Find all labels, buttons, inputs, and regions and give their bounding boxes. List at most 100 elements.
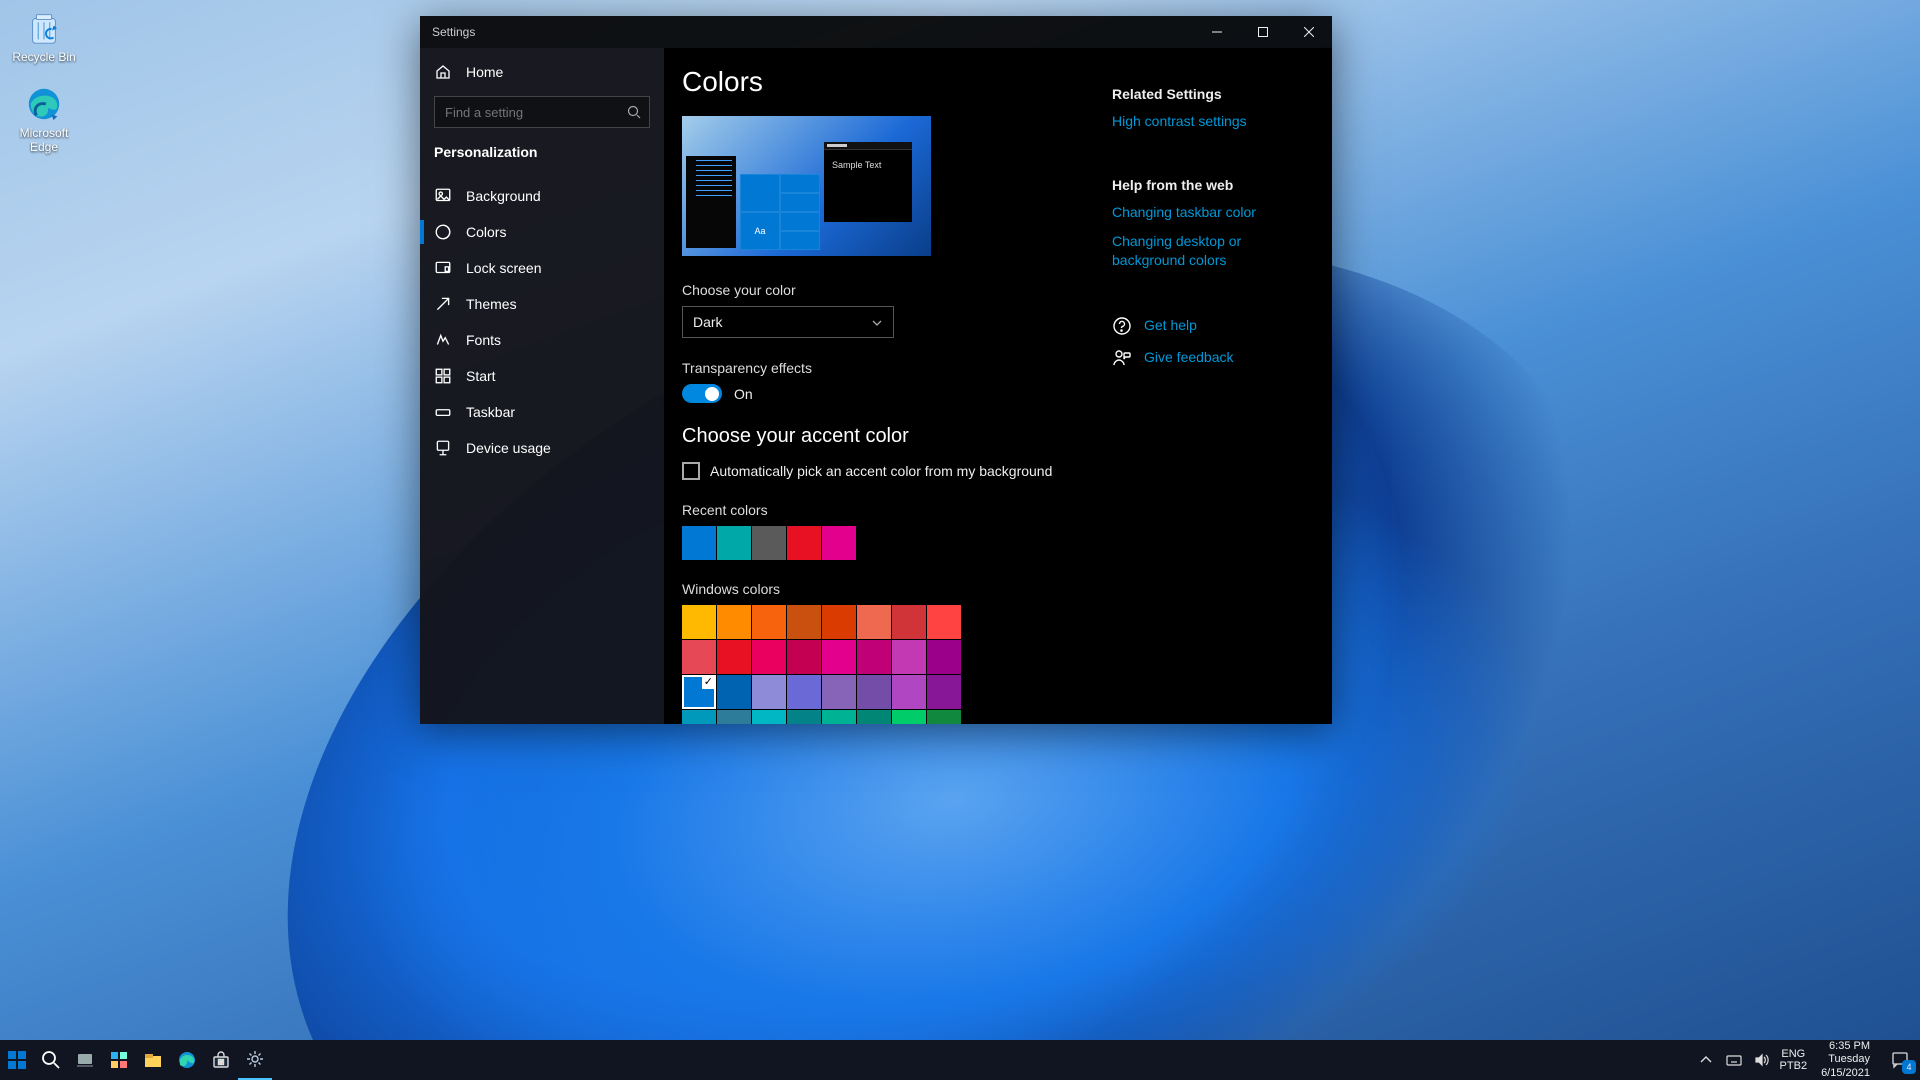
windows-color-swatch[interactable]	[927, 710, 961, 724]
recent-color-swatch[interactable]	[752, 526, 786, 560]
page-title: Colors	[682, 66, 1092, 98]
windows-color-swatch[interactable]	[927, 640, 961, 674]
task-view-button[interactable]	[68, 1040, 102, 1080]
minimize-button[interactable]	[1194, 16, 1240, 48]
edge-label: Microsoft Edge	[6, 126, 82, 155]
tray-overflow-button[interactable]	[1692, 1040, 1720, 1080]
windows-color-swatch[interactable]	[717, 605, 751, 639]
notifications-button[interactable]: 4	[1880, 1040, 1920, 1080]
windows-color-swatch[interactable]	[892, 710, 926, 724]
windows-color-swatch[interactable]	[752, 605, 786, 639]
sidebar-item-label: Themes	[466, 296, 517, 312]
auto-pick-checkbox[interactable]	[682, 462, 700, 480]
sidebar-item-device-usage[interactable]: Device usage	[420, 430, 664, 466]
windows-color-swatch[interactable]	[822, 605, 856, 639]
sidebar-item-colors[interactable]: Colors	[420, 214, 664, 250]
windows-color-swatch[interactable]	[857, 605, 891, 639]
windows-color-swatch[interactable]	[682, 675, 716, 709]
file-explorer-button[interactable]	[136, 1040, 170, 1080]
language-indicator[interactable]: ENG PTB2	[1776, 1048, 1812, 1072]
sidebar-item-themes[interactable]: Themes	[420, 286, 664, 322]
background-icon	[434, 187, 452, 205]
clock-day: Tuesday	[1821, 1053, 1870, 1066]
windows-color-swatch[interactable]	[822, 640, 856, 674]
get-help-link[interactable]: Get help	[1112, 316, 1314, 336]
recent-colors-label: Recent colors	[682, 502, 1092, 518]
windows-color-swatch[interactable]	[857, 710, 891, 724]
recent-color-swatch[interactable]	[787, 526, 821, 560]
home-nav[interactable]: Home	[420, 54, 664, 90]
windows-color-swatch[interactable]	[927, 605, 961, 639]
give-feedback-link[interactable]: Give feedback	[1112, 348, 1314, 368]
tray-touch-keyboard-icon[interactable]	[1720, 1040, 1748, 1080]
help-heading: Help from the web	[1112, 177, 1314, 193]
windows-color-swatch[interactable]	[787, 640, 821, 674]
windows-color-swatch[interactable]	[892, 605, 926, 639]
lang-line2: PTB2	[1780, 1060, 1808, 1072]
windows-color-swatch[interactable]	[752, 675, 786, 709]
windows-color-swatch[interactable]	[787, 675, 821, 709]
preview-sample-text: Sample Text	[824, 150, 912, 180]
recycle-bin-icon[interactable]: Recycle Bin	[6, 8, 82, 80]
windows-color-swatch[interactable]	[682, 605, 716, 639]
recent-color-swatch[interactable]	[682, 526, 716, 560]
windows-color-swatch[interactable]	[787, 605, 821, 639]
recent-color-swatch[interactable]	[717, 526, 751, 560]
windows-color-swatch[interactable]	[822, 710, 856, 724]
windows-color-swatch[interactable]	[717, 640, 751, 674]
close-button[interactable]	[1286, 16, 1332, 48]
store-button[interactable]	[204, 1040, 238, 1080]
choose-color-label: Choose your color	[682, 282, 1092, 298]
windows-color-swatch[interactable]	[927, 675, 961, 709]
volume-icon[interactable]	[1748, 1040, 1776, 1080]
sidebar: Home Personalization BackgroundColorsLoc…	[420, 48, 664, 724]
windows-color-swatch[interactable]	[752, 710, 786, 724]
help-link-background-colors[interactable]: Changing desktop or background colors	[1112, 232, 1314, 270]
recent-colors-row	[682, 526, 1092, 561]
windows-color-swatch[interactable]	[717, 675, 751, 709]
widgets-button[interactable]	[102, 1040, 136, 1080]
taskbar-clock[interactable]: 6:35 PM Tuesday 6/15/2021	[1811, 1040, 1880, 1080]
edge-browser-icon[interactable]: Microsoft Edge	[6, 84, 82, 156]
start-button[interactable]	[0, 1040, 34, 1080]
edge-taskbar-button[interactable]	[170, 1040, 204, 1080]
search-input[interactable]	[445, 105, 619, 120]
help-link-taskbar-color[interactable]: Changing taskbar color	[1112, 203, 1314, 222]
sidebar-item-label: Taskbar	[466, 404, 515, 420]
sidebar-item-start[interactable]: Start	[420, 358, 664, 394]
title-bar[interactable]: Settings	[420, 16, 1332, 48]
taskbar-search-button[interactable]	[34, 1040, 68, 1080]
choose-color-dropdown[interactable]: Dark	[682, 306, 894, 338]
sidebar-item-taskbar[interactable]: Taskbar	[420, 394, 664, 430]
feedback-icon	[1112, 348, 1132, 368]
settings-taskbar-button[interactable]	[238, 1040, 272, 1080]
windows-color-swatch[interactable]	[682, 640, 716, 674]
notification-count: 4	[1902, 1060, 1916, 1074]
search-box[interactable]	[434, 96, 650, 128]
windows-color-swatch[interactable]	[857, 675, 891, 709]
windows-color-swatch[interactable]	[892, 675, 926, 709]
windows-color-swatch[interactable]	[857, 640, 891, 674]
recycle-bin-label: Recycle Bin	[12, 50, 75, 64]
windows-color-swatch[interactable]	[822, 675, 856, 709]
windows-colors-label: Windows colors	[682, 581, 1092, 597]
get-help-label: Get help	[1144, 316, 1197, 335]
home-label: Home	[466, 64, 503, 80]
taskbar-icon	[434, 403, 452, 421]
sidebar-item-lock-screen[interactable]: Lock screen	[420, 250, 664, 286]
sidebar-item-background[interactable]: Background	[420, 178, 664, 214]
recycle-bin-glyph	[24, 8, 64, 48]
sidebar-item-fonts[interactable]: Fonts	[420, 322, 664, 358]
clock-time: 6:35 PM	[1821, 1040, 1870, 1053]
start-icon	[434, 367, 452, 385]
windows-color-swatch[interactable]	[787, 710, 821, 724]
recent-color-swatch[interactable]	[822, 526, 856, 560]
windows-color-swatch[interactable]	[752, 640, 786, 674]
transparency-toggle[interactable]	[682, 384, 722, 403]
high-contrast-link[interactable]: High contrast settings	[1112, 112, 1314, 131]
windows-color-swatch[interactable]	[892, 640, 926, 674]
windows-color-swatch[interactable]	[717, 710, 751, 724]
windows-color-swatch[interactable]	[682, 710, 716, 724]
preview-aa: Aa	[740, 212, 780, 250]
maximize-button[interactable]	[1240, 16, 1286, 48]
